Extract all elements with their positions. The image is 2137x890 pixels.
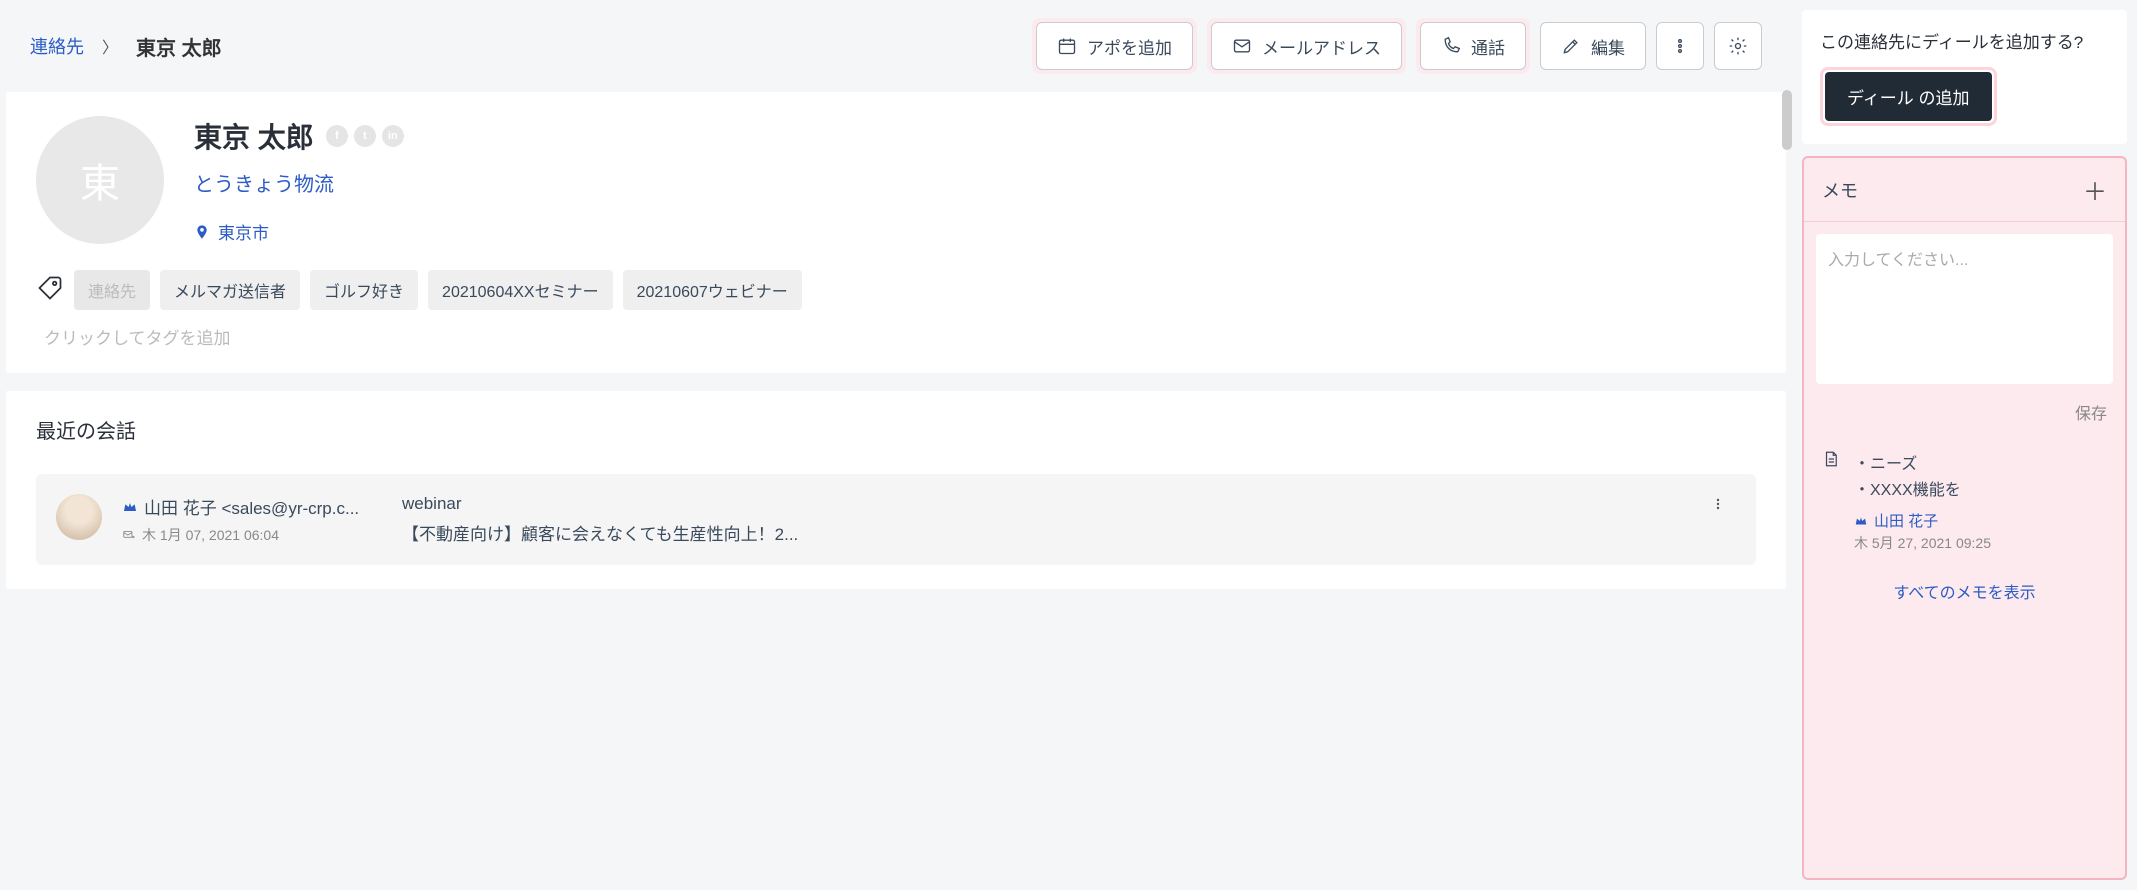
conversation-more-button[interactable] (1700, 494, 1736, 519)
deal-panel: この連絡先にディールを追加する? ディール の追加 (1802, 10, 2127, 144)
contact-avatar: 東 (36, 116, 164, 244)
crown-icon (1854, 514, 1868, 528)
conversation-subject: webinar (402, 494, 1680, 514)
contact-name: 東京 太郎 (194, 116, 314, 156)
conversation-item[interactable]: 山田 花子 <sales@yr-crp.c... 木 1月 07, 2021 0… (36, 474, 1756, 565)
location-pin-icon (194, 224, 210, 240)
pencil-icon (1561, 36, 1581, 56)
tag-item[interactable]: ゴルフ好き (310, 270, 418, 310)
more-actions-button[interactable] (1656, 22, 1704, 70)
memo-date: 木 5月 27, 2021 09:25 (1854, 533, 2107, 553)
tags-row: 連絡先 メルマガ送信者 ゴルフ好き 20210604XXセミナー 2021060… (36, 270, 1756, 310)
memo-author-name: 山田 花子 (1874, 510, 1938, 531)
twitter-icon[interactable]: t (354, 125, 376, 147)
scrollbar-thumb[interactable] (1782, 90, 1792, 150)
email-button[interactable]: メールアドレス (1211, 22, 1402, 70)
memo-panel: メモ ＋ 保存 ・ニーズ ・XXXX機能を (1802, 156, 2127, 880)
company-link[interactable]: とうきょう物流 (194, 168, 334, 197)
memo-item[interactable]: ・ニーズ ・XXXX機能を 山田 花子 木 5月 27, 2021 09:25 (1804, 436, 2125, 567)
profile-card: 東 東京 太郎 f t in とうきょう物流 (6, 92, 1786, 373)
mail-outgoing-icon (122, 528, 136, 542)
recent-conversations-card: 最近の会話 山田 花子 <sales@yr-crp.c... 木 1月 07, … (6, 391, 1786, 589)
breadcrumb-contacts-link[interactable]: 連絡先 (30, 33, 84, 59)
memo-line: ・XXXX機能を (1854, 476, 2107, 500)
save-memo-button[interactable]: 保存 (2075, 400, 2107, 424)
chevron-right-icon: 〉 (102, 34, 118, 58)
breadcrumb-current: 東京 太郎 (136, 32, 222, 61)
calendar-icon (1057, 36, 1077, 56)
tag-item[interactable]: 20210607ウェビナー (623, 270, 802, 310)
add-appointment-button[interactable]: アポを追加 (1036, 22, 1193, 70)
deal-prompt-text: この連絡先にディールを追加する? (1820, 28, 2109, 53)
mail-icon (1232, 36, 1252, 56)
tag-item[interactable]: 20210604XXセミナー (428, 270, 613, 310)
kebab-icon (1710, 494, 1726, 514)
gear-icon (1728, 36, 1748, 56)
memo-input[interactable] (1828, 246, 2101, 372)
document-icon (1822, 450, 1840, 553)
settings-button[interactable] (1714, 22, 1762, 70)
show-all-memos-link[interactable]: すべてのメモを表示 (1804, 567, 2125, 615)
add-memo-button[interactable]: ＋ (2083, 172, 2107, 207)
add-tag-input[interactable]: クリックしてタグを追加 (36, 324, 1756, 349)
sender-name: 山田 花子 <sales@yr-crp.c... (144, 494, 359, 519)
crown-icon (122, 499, 138, 515)
tag-item[interactable]: 連絡先 (74, 270, 150, 310)
conversation-snippet: 【不動産向け】顧客に会えなくても生産性向上！2... (402, 520, 1680, 545)
memo-section-title: メモ (1822, 177, 1858, 203)
location-text: 東京市 (218, 219, 269, 244)
conversation-date: 木 1月 07, 2021 06:04 (142, 525, 279, 545)
sender-avatar (56, 494, 102, 540)
phone-icon (1441, 36, 1461, 56)
memo-line: ・ニーズ (1854, 450, 2107, 474)
linkedin-icon[interactable]: in (382, 125, 404, 147)
kebab-icon (1670, 36, 1690, 56)
recent-conversations-title: 最近の会話 (36, 415, 1756, 444)
tag-item[interactable]: メルマガ送信者 (160, 270, 300, 310)
facebook-icon[interactable]: f (326, 125, 348, 147)
call-button[interactable]: 通話 (1420, 22, 1526, 70)
edit-button[interactable]: 編集 (1540, 22, 1646, 70)
tag-icon (36, 274, 64, 307)
header-bar: 連絡先 〉 東京 太郎 アポを追加 メールアドレス (0, 0, 1792, 92)
add-deal-button[interactable]: ディール の追加 (1825, 72, 1992, 121)
breadcrumb: 連絡先 〉 東京 太郎 (30, 32, 222, 61)
